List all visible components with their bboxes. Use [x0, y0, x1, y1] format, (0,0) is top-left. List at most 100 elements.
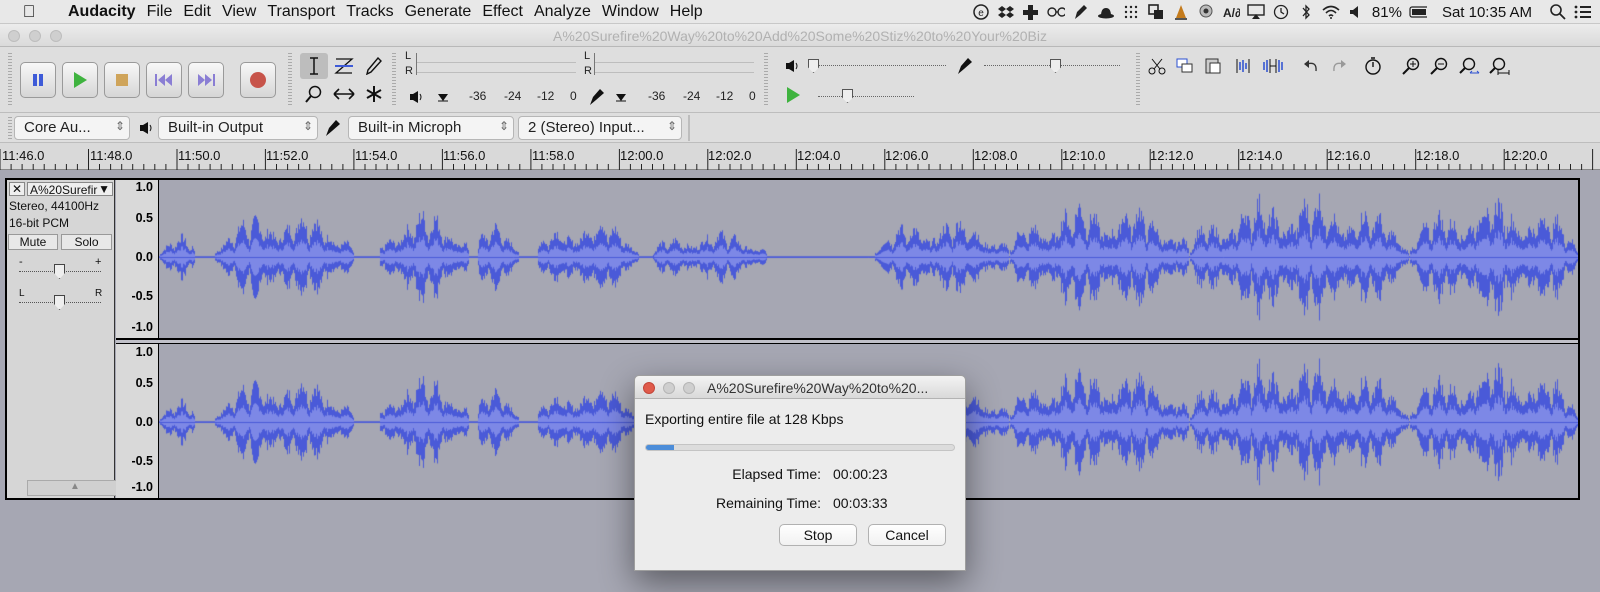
- recording-meter-microphone-icon[interactable]: [584, 85, 610, 109]
- envelope-tool[interactable]: [330, 53, 358, 79]
- play-at-speed-button[interactable]: [780, 83, 806, 107]
- record-button[interactable]: [240, 62, 276, 98]
- toolbar-grip[interactable]: [1136, 53, 1140, 107]
- audio-host-select[interactable]: Core Au...: [14, 116, 130, 140]
- microphone-tray-icon[interactable]: [1072, 4, 1090, 20]
- selection-tool[interactable]: [300, 53, 328, 79]
- sync-lock-button[interactable]: [1360, 54, 1386, 78]
- output-volume-thumb[interactable]: [808, 59, 819, 73]
- solo-button[interactable]: Solo: [61, 234, 112, 250]
- battery-icon[interactable]: [1409, 4, 1427, 20]
- playback-meter-speaker-icon[interactable]: [404, 85, 430, 109]
- app-menus: Audacity File Edit View Transport Tracks…: [50, 3, 714, 21]
- output-device-select[interactable]: Built-in Output: [158, 116, 318, 140]
- playback-meter[interactable]: [594, 53, 754, 75]
- draw-tool[interactable]: [360, 53, 388, 79]
- time-machine-icon[interactable]: [1272, 4, 1290, 20]
- apple-menu-icon[interactable]: : [22, 2, 36, 22]
- timeline-ruler[interactable]: 11:46.0 11:48.0 11:50.0 11:52.0 11:54.0 …: [0, 143, 1600, 170]
- menu-generate[interactable]: Generate: [405, 3, 483, 21]
- pencil-icon: [366, 57, 382, 75]
- hat-icon[interactable]: [1097, 4, 1115, 20]
- zoom-in-button[interactable]: [1398, 54, 1424, 78]
- gain-slider-thumb[interactable]: [54, 264, 65, 279]
- silence-audio-button[interactable]: [1260, 54, 1286, 78]
- play-scale-label: -36: [648, 89, 666, 103]
- zoom-tool[interactable]: [300, 81, 328, 107]
- copy-icon[interactable]: [1147, 4, 1165, 20]
- playback-speed-slider[interactable]: [818, 96, 914, 98]
- wifi-icon[interactable]: [1322, 4, 1340, 20]
- record-meter[interactable]: [416, 53, 576, 75]
- trim-audio-button[interactable]: [1230, 54, 1256, 78]
- pause-button[interactable]: [20, 62, 56, 98]
- menu-tracks[interactable]: Tracks: [346, 3, 404, 21]
- adobe-icon[interactable]: A/∂: [1222, 4, 1240, 20]
- menu-effect[interactable]: Effect: [482, 3, 534, 21]
- menu-help[interactable]: Help: [670, 3, 714, 21]
- output-volume-slider[interactable]: [810, 65, 946, 67]
- track-control-panel[interactable]: ✕ A%20Surefir ▼ Stereo, 44100Hz 16-bit PC…: [7, 180, 123, 498]
- undo-button[interactable]: [1298, 54, 1324, 78]
- record-meter-menu-chevron-down-icon[interactable]: [608, 85, 634, 109]
- redo-button[interactable]: [1326, 54, 1352, 78]
- dropbox-icon[interactable]: [997, 4, 1015, 20]
- collapse-track-button[interactable]: ▲: [27, 480, 123, 496]
- bluetooth-icon[interactable]: [1297, 4, 1315, 20]
- input-device-select[interactable]: Built-in Microph: [348, 116, 514, 140]
- volume-icon[interactable]: [1347, 4, 1365, 20]
- menu-file[interactable]: File: [147, 3, 184, 21]
- play-button[interactable]: [62, 62, 98, 98]
- track-name-menu[interactable]: A%20Surefir ▼: [27, 182, 113, 196]
- plus-cross-icon[interactable]: [1022, 4, 1040, 20]
- stop-export-button[interactable]: Stop: [779, 524, 857, 546]
- track-close-icon[interactable]: ✕: [9, 182, 25, 196]
- toolbar-grip[interactable]: [392, 53, 396, 107]
- cone-icon[interactable]: [1172, 4, 1190, 20]
- stop-icon: [116, 74, 128, 86]
- notification-center-icon[interactable]: [1574, 4, 1592, 20]
- menu-window[interactable]: Window: [602, 3, 670, 21]
- airplay-icon[interactable]: [1247, 4, 1265, 20]
- input-channels-select[interactable]: 2 (Stereo) Input...: [518, 116, 682, 140]
- record-meter-right-label: R: [405, 65, 413, 77]
- e-circle-icon[interactable]: e: [972, 4, 990, 20]
- input-device-microphone-icon: [320, 116, 346, 140]
- track-menu-chevron-down-icon: ▼: [98, 182, 110, 196]
- zoom-out-button[interactable]: [1426, 54, 1452, 78]
- mute-button[interactable]: Mute: [8, 234, 58, 250]
- toolbar-grip[interactable]: [8, 117, 12, 139]
- cut-button[interactable]: [1144, 54, 1170, 78]
- cancel-export-button[interactable]: Cancel: [868, 524, 946, 546]
- dialog-minimize-button[interactable]: [663, 382, 675, 394]
- skip-to-start-button[interactable]: [146, 62, 182, 98]
- copy-button[interactable]: [1172, 54, 1198, 78]
- skip-to-end-button[interactable]: [188, 62, 224, 98]
- menu-analyze[interactable]: Analyze: [534, 3, 602, 21]
- dialog-close-button[interactable]: [643, 382, 655, 394]
- multi-tool[interactable]: [360, 81, 388, 107]
- toolbar-grip[interactable]: [8, 53, 12, 107]
- menu-clock[interactable]: Sat 10:35 AM: [1442, 4, 1532, 21]
- fit-selection-button[interactable]: [1456, 54, 1482, 78]
- dialog-zoom-button[interactable]: [683, 382, 695, 394]
- channel-separator: [116, 338, 1578, 344]
- paste-button[interactable]: [1200, 54, 1226, 78]
- meter-menu-chevron-down-icon[interactable]: [430, 85, 456, 109]
- spotlight-search-icon[interactable]: [1549, 4, 1567, 20]
- menu-view[interactable]: View: [222, 3, 267, 21]
- fit-project-button[interactable]: [1486, 54, 1512, 78]
- menu-audacity[interactable]: Audacity: [68, 3, 147, 21]
- time-shift-tool[interactable]: [330, 81, 358, 107]
- glasses-icon[interactable]: [1047, 4, 1065, 20]
- menu-transport[interactable]: Transport: [267, 3, 346, 21]
- toolbar-grip[interactable]: [764, 53, 768, 107]
- webcam-icon[interactable]: [1197, 4, 1215, 20]
- playback-speed-thumb[interactable]: [842, 89, 853, 103]
- pan-slider-thumb[interactable]: [54, 295, 65, 310]
- menu-edit[interactable]: Edit: [183, 3, 222, 21]
- dots-grid-icon[interactable]: [1122, 4, 1140, 20]
- toolbar-grip[interactable]: [288, 53, 292, 107]
- stop-button[interactable]: [104, 62, 140, 98]
- input-volume-thumb[interactable]: [1050, 59, 1061, 73]
